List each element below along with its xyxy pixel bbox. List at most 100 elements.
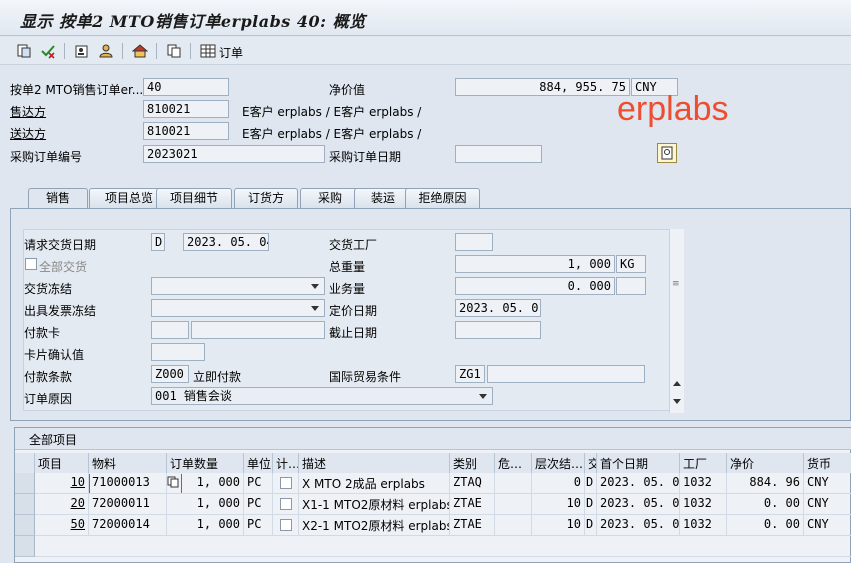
description[interactable]: X2-1 MTO2原材料 erplabs (299, 515, 450, 536)
currency[interactable]: CNY (804, 473, 851, 494)
column-header-net-price[interactable]: 净价 (727, 453, 804, 473)
column-header-plant[interactable]: 工厂 (680, 453, 727, 473)
column-header-quantity[interactable]: 订单数量 (167, 453, 244, 473)
table-row[interactable] (15, 536, 851, 557)
item-number[interactable]: 10 (35, 473, 89, 494)
po-details-icon[interactable] (657, 143, 677, 163)
ship-to-field[interactable]: 810021 (143, 122, 229, 140)
description[interactable]: X MTO 2成品 erplabs (299, 473, 450, 494)
row-selector[interactable] (15, 473, 35, 494)
column-header-currency[interactable]: 货币 (804, 453, 851, 473)
billing-block-select[interactable] (151, 299, 325, 317)
column-header-unit[interactable]: 单位 (244, 453, 273, 473)
incoterms-location-field[interactable] (487, 365, 645, 383)
plant[interactable]: 1032 (680, 473, 727, 494)
column-header-first-date[interactable]: 首个日期 (597, 453, 680, 473)
tab-item-detail[interactable]: 项目细节 (156, 188, 232, 208)
delivering-plant-field[interactable] (455, 233, 493, 251)
level[interactable]: 0 (532, 473, 585, 494)
level[interactable]: 10 (532, 515, 585, 536)
net-price[interactable]: 884. 96 (727, 473, 804, 494)
complete-delivery-checkbox[interactable] (25, 258, 37, 270)
expiry-date-field[interactable] (455, 321, 541, 339)
change-document-icon[interactable] (14, 41, 34, 61)
date-type-field[interactable]: D (151, 233, 165, 251)
plant[interactable]: 1032 (680, 494, 727, 515)
tab-procurement[interactable]: 采购 (300, 188, 360, 208)
hazard-cell[interactable] (495, 515, 532, 536)
copy-document-icon[interactable] (164, 41, 184, 61)
date-type[interactable]: D (585, 515, 597, 536)
payment-card-number-field[interactable] (191, 321, 325, 339)
check-icon[interactable] (38, 41, 58, 61)
pricing-date-field[interactable]: 2023. 05. 01 (455, 299, 541, 317)
material-number[interactable]: 72000011 (89, 494, 167, 515)
weight-unit-field[interactable]: KG (616, 255, 646, 273)
tab-sales[interactable]: 销售 (28, 188, 88, 209)
column-header-calc[interactable]: 计… (273, 453, 299, 473)
volume-field[interactable]: 0. 000 (455, 277, 615, 295)
row-checkbox[interactable] (280, 477, 292, 489)
item-category[interactable]: ZTAE (450, 515, 495, 536)
row-checkbox[interactable] (280, 519, 292, 531)
column-header-hazard[interactable]: 危… (495, 453, 532, 473)
unit[interactable]: PC (244, 473, 273, 494)
partner-icon[interactable] (96, 41, 116, 61)
hazard-cell[interactable] (495, 494, 532, 515)
item-category[interactable]: ZTAE (450, 494, 495, 515)
order-grid-icon[interactable] (198, 41, 218, 61)
currency[interactable]: CNY (804, 515, 851, 536)
display-header-icon[interactable] (72, 41, 92, 61)
volume-unit-field[interactable] (616, 277, 646, 295)
hazard-cell[interactable] (495, 473, 532, 494)
tab-reason-for-rejection[interactable]: 拒绝原因 (405, 188, 480, 208)
po-number-field[interactable]: 2023021 (143, 145, 325, 163)
order-reason-select[interactable]: 001 销售会谈 (151, 387, 493, 405)
row-selector[interactable] (15, 494, 35, 515)
payment-terms-field[interactable]: Z000 (151, 365, 189, 383)
net-value-field[interactable]: 884, 955. 75 (455, 78, 630, 96)
value-help-icon[interactable] (167, 476, 179, 488)
po-date-field[interactable] (455, 145, 542, 163)
currency[interactable]: CNY (804, 494, 851, 515)
date-type[interactable]: D (585, 473, 597, 494)
column-header-description[interactable]: 描述 (299, 453, 450, 473)
material-number[interactable]: 72000014 (89, 515, 167, 536)
plant[interactable]: 1032 (680, 515, 727, 536)
table-row[interactable]: 10 71000013 1, 000 PC X MTO 2成品 erplabs … (15, 473, 851, 494)
net-price[interactable]: 0. 00 (727, 494, 804, 515)
unit[interactable]: PC (244, 515, 273, 536)
table-row[interactable]: 50 72000014 1, 000 PC X2-1 MTO2原材料 erpla… (15, 515, 851, 536)
tab-shipping[interactable]: 装运 (354, 188, 412, 208)
item-number[interactable]: 50 (35, 515, 89, 536)
material-number[interactable]: 71000013 (89, 473, 167, 494)
delivery-block-select[interactable] (151, 277, 325, 295)
level[interactable]: 10 (532, 494, 585, 515)
row-checkbox[interactable] (280, 498, 292, 510)
scroll-down-icon[interactable] (673, 399, 681, 404)
house-icon[interactable] (130, 41, 150, 61)
column-header-d[interactable]: 交 (585, 453, 597, 473)
column-header-category[interactable]: 类别 (450, 453, 495, 473)
first-date[interactable]: 2023. 05. 04 (597, 515, 680, 536)
quantity[interactable]: 1, 000 (167, 494, 244, 515)
row-selector[interactable] (15, 515, 35, 536)
select-all-header[interactable] (15, 453, 35, 473)
order-button-label[interactable]: 订单 (219, 44, 243, 61)
payment-card-type-field[interactable] (151, 321, 189, 339)
unit[interactable]: PC (244, 494, 273, 515)
first-date[interactable]: 2023. 05. 04 (597, 473, 680, 494)
row-selector[interactable] (15, 536, 35, 557)
sales-form-scrollbar[interactable]: ≡ (669, 229, 684, 413)
incoterms-field[interactable]: ZG1 (455, 365, 485, 383)
date-type[interactable]: D (585, 494, 597, 515)
item-category[interactable]: ZTAQ (450, 473, 495, 494)
net-price[interactable]: 0. 00 (727, 515, 804, 536)
card-confirmation-field[interactable] (151, 343, 205, 361)
column-header-material[interactable]: 物料 (89, 453, 167, 473)
requested-delivery-date-field[interactable]: 2023. 05. 04 (183, 233, 269, 251)
tab-ordering-party[interactable]: 订货方 (234, 188, 298, 208)
column-header-item[interactable]: 项目 (35, 453, 89, 473)
column-header-level[interactable]: 层次结… (532, 453, 585, 473)
scroll-up-icon[interactable] (673, 381, 681, 386)
